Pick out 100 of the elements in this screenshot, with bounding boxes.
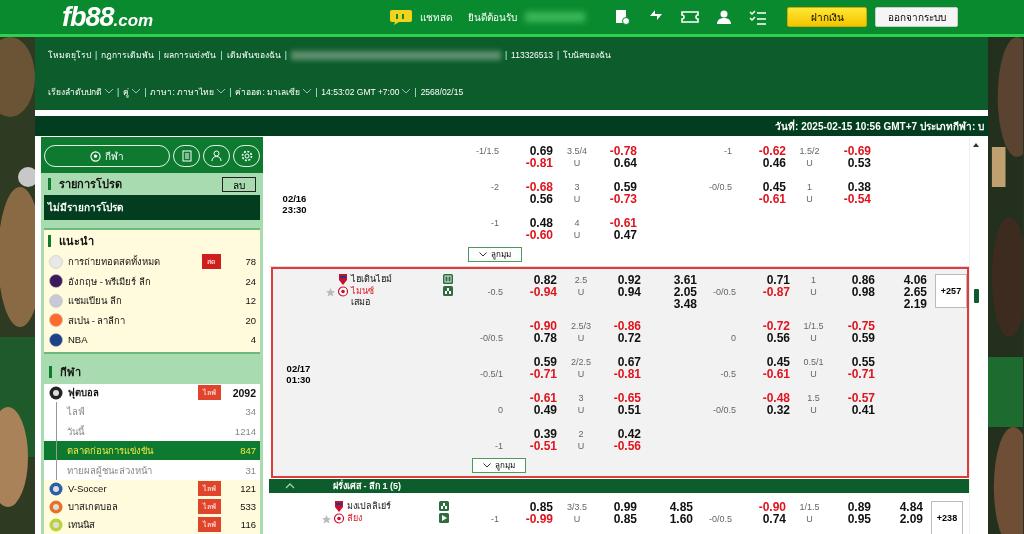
caret-up-icon[interactable] [285, 483, 295, 489]
league-link[interactable]: แชมเปียน ลีก [68, 293, 223, 309]
odds-value[interactable]: 0.45 [766, 356, 790, 368]
odds-value[interactable]: -0.90 [758, 501, 786, 513]
odds-value[interactable]: 0.69 [529, 145, 553, 157]
pitch-icon[interactable] [443, 274, 453, 284]
odds-value[interactable]: 0.98 [851, 286, 875, 298]
odds-value[interactable]: 0.59 [533, 356, 557, 368]
logout-button[interactable]: ออกจากระบบ [875, 7, 958, 27]
stats-icon[interactable] [443, 286, 453, 296]
nav-link[interactable]: เดิมพันของฉัน [226, 48, 281, 63]
stats-icon[interactable] [439, 501, 449, 511]
odds-value[interactable]: -0.56 [613, 440, 641, 452]
nav-link[interactable]: โบนัสของฉัน [563, 48, 612, 63]
more-bets-button[interactable]: +257 [935, 274, 967, 308]
odds-value[interactable]: 2.09 [899, 513, 923, 525]
sub-category-item[interactable]: วันนี้ 1214 [44, 421, 260, 441]
odds-value[interactable]: -0.81 [613, 368, 641, 380]
corners-button[interactable]: ลูกมุม [468, 247, 522, 262]
odds-value[interactable]: -0.99 [525, 513, 553, 525]
odds-value[interactable]: -0.61 [609, 217, 637, 229]
odds-value[interactable]: 0.85 [613, 513, 637, 525]
chat-link[interactable]: แชทสด [420, 9, 452, 25]
odds-value[interactable]: 2.19 [903, 298, 927, 310]
more-bets-button[interactable]: +238 [931, 501, 963, 534]
odds-value[interactable]: -0.61 [529, 392, 557, 404]
odds-value[interactable]: 4.84 [899, 501, 923, 513]
corners-button[interactable]: ลูกมุม [472, 458, 526, 473]
odds-value[interactable]: -0.72 [762, 320, 790, 332]
odds-value[interactable]: 0.89 [847, 501, 871, 513]
odds-value[interactable]: 4.85 [669, 501, 693, 513]
odds-value[interactable]: 0.42 [617, 428, 641, 440]
odds-value[interactable]: -0.71 [529, 368, 557, 380]
odds-value[interactable]: 0.59 [851, 332, 875, 344]
odds-value[interactable]: -0.86 [613, 320, 641, 332]
logo[interactable]: fb88.com [62, 1, 154, 33]
checklist-icon[interactable] [749, 9, 767, 25]
odds-value[interactable]: -0.57 [847, 392, 875, 404]
settings-dropdown[interactable]: ภาษา: ภาษาไทย [150, 84, 226, 99]
odds-value[interactable]: 0.56 [529, 193, 553, 205]
odds-value[interactable]: 3.48 [673, 298, 697, 310]
odds-value[interactable]: 2.05 [673, 286, 697, 298]
document-icon[interactable] [613, 9, 631, 25]
sub-category-item[interactable]: ตลาดก่อนการแข่งขัน 847 [44, 440, 260, 461]
sub-category-item[interactable]: ทายผลผู้ชนะล่วงหน้า 31 [44, 460, 260, 480]
ticket-icon[interactable] [681, 9, 699, 25]
odds-value[interactable]: -0.78 [609, 145, 637, 157]
league-header[interactable]: ฝรั่งเศส - ลีก 1 (5) [269, 479, 969, 493]
odds-value[interactable]: 0.55 [851, 356, 875, 368]
odds-value[interactable]: 4.06 [903, 274, 927, 286]
odds-value[interactable]: 3.61 [673, 274, 697, 286]
odds-value[interactable]: -0.94 [529, 286, 557, 298]
scroll-up-icon[interactable] [973, 143, 979, 147]
odds-value[interactable]: 0.45 [762, 181, 786, 193]
odds-value[interactable]: 2.65 [903, 286, 927, 298]
settings-dropdown[interactable]: 14:53:02 GMT +7:00 [321, 86, 411, 97]
odds-value[interactable]: -0.69 [843, 145, 871, 157]
odds-value[interactable]: -0.62 [758, 145, 786, 157]
odds-value[interactable]: -0.71 [847, 368, 875, 380]
deposit-button[interactable]: ฝากเงิน [787, 7, 867, 27]
odds-value[interactable]: 0.49 [533, 404, 557, 416]
star-icon[interactable] [326, 288, 335, 297]
league-link[interactable]: การถ่ายทอดสดทั้งหมด [68, 254, 197, 270]
star-icon[interactable] [322, 515, 331, 524]
odds-value[interactable]: 0.95 [847, 513, 871, 525]
nav-link[interactable]: กฎการเดิมพัน [101, 48, 155, 63]
odds-value[interactable]: -0.73 [609, 193, 637, 205]
odds-value[interactable]: 0.56 [766, 332, 790, 344]
scroll-thumb[interactable] [973, 289, 979, 303]
odds-value[interactable]: 0.32 [766, 404, 790, 416]
league-link[interactable]: อังกฤษ - พรีเมียร์ ลีก [68, 273, 223, 289]
odds-value[interactable]: -0.51 [529, 440, 557, 452]
nav-link[interactable]: 113326513 [511, 50, 553, 61]
person-icon[interactable] [715, 9, 733, 25]
nav-link[interactable]: ผลการแข่งขัน [164, 48, 217, 63]
odds-value[interactable]: 0.74 [762, 513, 786, 525]
sub-category-item[interactable]: ไลฟ์ 34 [44, 401, 260, 422]
odds-value[interactable]: 0.53 [847, 157, 871, 169]
odds-value[interactable]: 0.71 [766, 274, 790, 286]
odds-value[interactable]: 0.59 [613, 181, 637, 193]
odds-value[interactable]: 1.60 [669, 513, 693, 525]
odds-value[interactable]: 0.94 [617, 286, 641, 298]
odds-value[interactable]: 0.38 [847, 181, 871, 193]
scrollbar[interactable] [969, 137, 982, 534]
odds-value[interactable]: 0.86 [851, 274, 875, 286]
odds-value[interactable]: 0.64 [613, 157, 637, 169]
odds-value[interactable]: -0.87 [762, 286, 790, 298]
odds-value[interactable]: 0.72 [617, 332, 641, 344]
settings-dropdown[interactable]: ค่าออด: มาเลเซีย [235, 84, 312, 99]
clear-button[interactable]: ลบ [222, 176, 256, 192]
odds-value[interactable]: 0.46 [762, 157, 786, 169]
odds-value[interactable]: -0.81 [525, 157, 553, 169]
odds-value[interactable]: -0.48 [762, 392, 790, 404]
odds-value[interactable]: 0.99 [613, 501, 637, 513]
odds-value[interactable]: -0.61 [762, 368, 790, 380]
chat-bubble-icon[interactable] [390, 9, 412, 25]
odds-value[interactable]: 0.67 [617, 356, 641, 368]
odds-value[interactable]: -0.68 [525, 181, 553, 193]
odds-value[interactable]: 0.82 [533, 274, 557, 286]
odds-value[interactable]: -0.54 [843, 193, 871, 205]
